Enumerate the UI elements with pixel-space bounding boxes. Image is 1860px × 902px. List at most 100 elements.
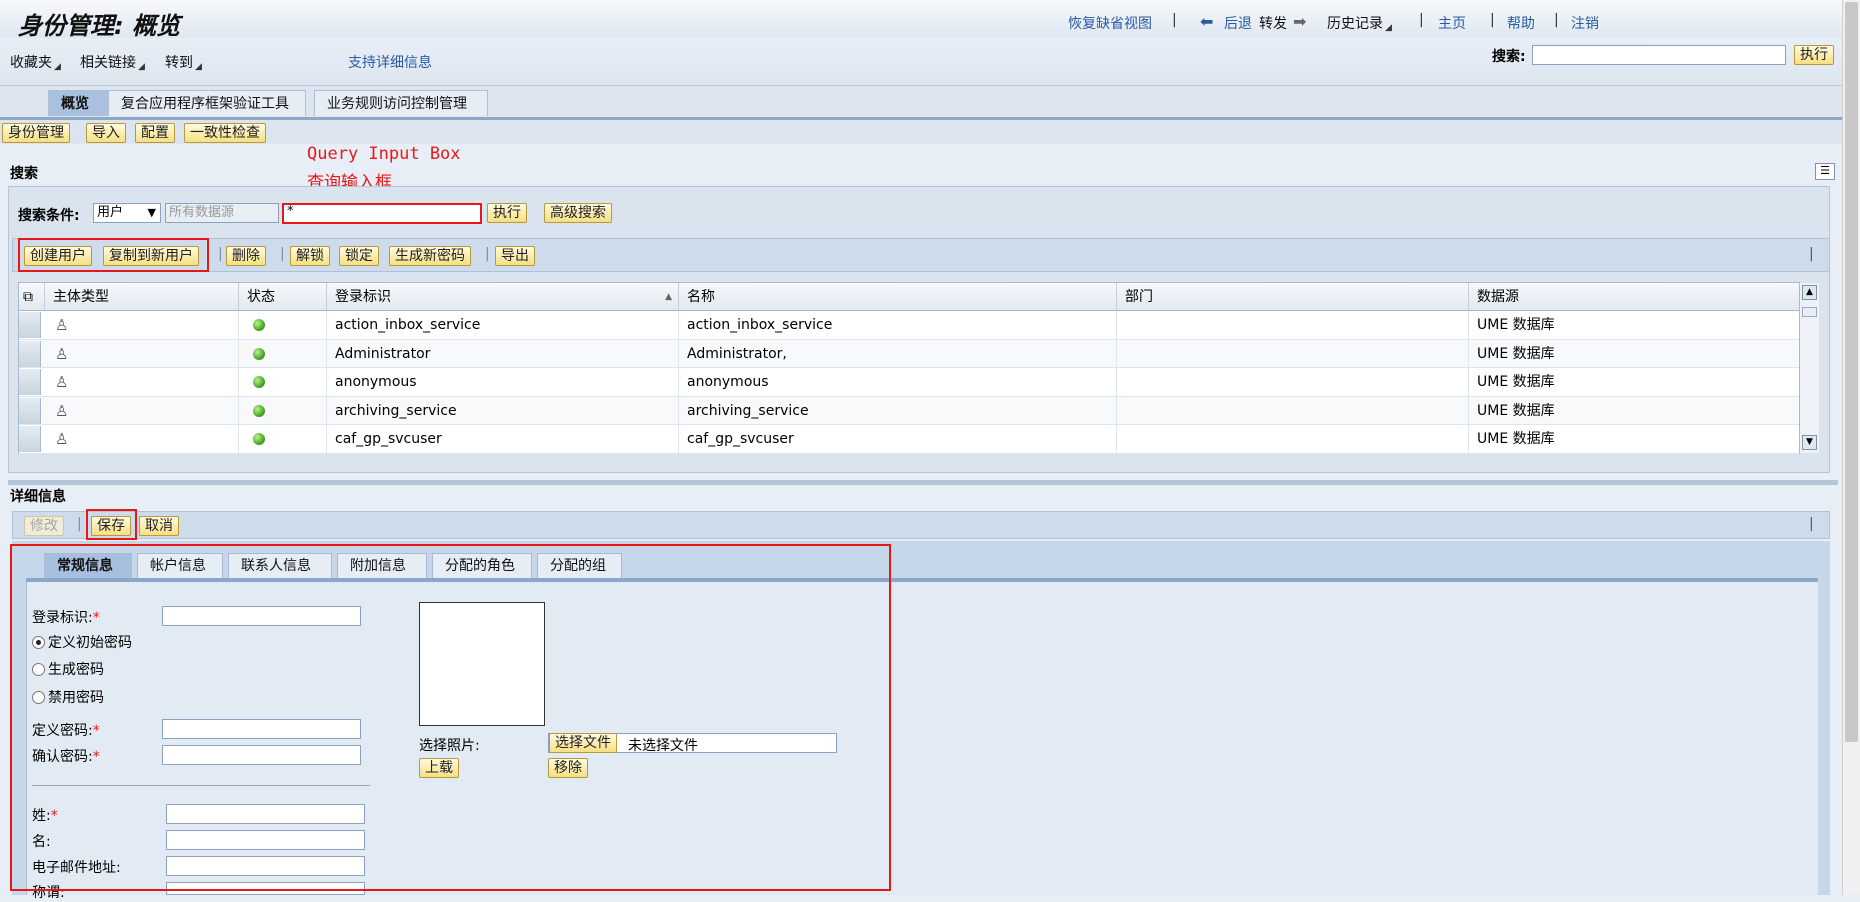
detail-form-highlight (10, 544, 891, 891)
column-header-status[interactable]: 状态 (239, 283, 327, 311)
column-header-datasource[interactable]: 数据源 (1469, 283, 1819, 311)
search-section-title: 搜索 (10, 166, 38, 182)
principal-type-cell: ♙ (45, 311, 239, 339)
search-execute-button[interactable]: 执行 (487, 203, 527, 223)
row-selector[interactable] (19, 397, 41, 424)
help-link[interactable]: 帮助 (1507, 13, 1535, 33)
column-header-department[interactable]: 部门 (1117, 283, 1469, 311)
login-cell: action_inbox_service (327, 311, 679, 339)
search-criteria-select[interactable]: 用户 ▼ (93, 203, 161, 223)
tab-overview[interactable]: 概览 (48, 90, 110, 116)
status-active-icon (253, 319, 265, 331)
restore-default-view-link[interactable]: 恢复缺省视图 (1068, 13, 1152, 33)
toolbar-end-separator: | (1809, 516, 1814, 532)
column-header-login[interactable]: 登录标识 ▲ (327, 283, 679, 311)
row-selector[interactable] (19, 340, 41, 367)
scroll-thumb[interactable] (1802, 307, 1817, 317)
user-icon: ♙ (55, 430, 69, 448)
configure-button[interactable]: 配置 (135, 123, 175, 143)
copy-to-new-user-button[interactable]: 复制到新用户 (103, 246, 199, 266)
unlock-button[interactable]: 解锁 (290, 246, 330, 266)
back-arrow-icon[interactable]: ⬅ (1200, 12, 1213, 31)
select-all-icon[interactable]: ⧉ (19, 283, 45, 311)
column-header-name[interactable]: 名称 (679, 283, 1117, 311)
login-cell: archiving_service (327, 396, 679, 425)
table-row[interactable]: ♙ anonymous anonymous UME 数据库 (19, 368, 1799, 397)
dropdown-triangle-icon: ◢ (195, 62, 202, 72)
query-input[interactable]: * (284, 205, 480, 222)
table-row[interactable]: ♙ caf_gp_svcuser caf_gp_svcuser UME 数据库 (19, 425, 1799, 454)
name-cell: caf_gp_svcuser (679, 425, 1117, 453)
sort-ascending-icon: ▲ (665, 292, 672, 302)
annotation-line-1: Query Input Box (307, 144, 461, 164)
page-scrollbar[interactable] (1842, 0, 1860, 895)
support-details-link[interactable]: 支持详细信息 (348, 52, 432, 72)
separator: | (1554, 12, 1559, 28)
create-user-button[interactable]: 创建用户 (24, 246, 92, 266)
separator: | (1490, 12, 1495, 28)
table-scrollbar[interactable]: ▲ ▼ (1799, 283, 1819, 453)
table-row[interactable]: ♙ action_inbox_service action_inbox_servic… (19, 311, 1799, 340)
section-divider (8, 480, 1838, 485)
tab-composite-app-validation[interactable]: 复合应用程序框架验证工具 (108, 90, 306, 116)
forward-link[interactable]: 转发 (1259, 13, 1287, 33)
back-link[interactable]: 后退 (1224, 13, 1252, 33)
modify-button[interactable]: 修改 (24, 516, 64, 536)
table-row[interactable]: ♙ Administrator Administrator, UME 数据库 (19, 339, 1799, 368)
page-scroll-thumb[interactable] (1845, 2, 1858, 742)
login-cell: anonymous (327, 368, 679, 396)
favorites-menu[interactable]: 收藏夹 ◢ (10, 52, 61, 72)
toolbar-separator: | (280, 246, 285, 262)
name-cell: archiving_service (679, 396, 1117, 425)
consistency-check-button[interactable]: 一致性检查 (184, 123, 266, 143)
forward-arrow-icon[interactable]: ➡ (1293, 12, 1306, 31)
status-active-icon (253, 347, 265, 360)
datasource-cell: UME 数据库 (1477, 317, 1555, 333)
dropdown-triangle-icon: ◢ (138, 62, 145, 72)
goto-menu[interactable]: 转到 ◢ (165, 52, 202, 72)
status-cell (239, 368, 327, 396)
status-active-icon (253, 376, 265, 388)
delete-button[interactable]: 删除 (226, 246, 266, 266)
column-header-login-label: 登录标识 (335, 289, 391, 305)
status-cell (239, 425, 327, 453)
table-row[interactable]: ♙ archiving_service archiving_service UME 数… (19, 396, 1799, 425)
datasource-field[interactable]: 所有数据源 (165, 203, 279, 223)
home-link[interactable]: 主页 (1438, 13, 1466, 33)
column-header-principal-type[interactable]: 主体类型 (45, 283, 239, 311)
global-search-execute-button[interactable]: 执行 (1794, 45, 1834, 65)
department-cell (1117, 339, 1469, 368)
import-button[interactable]: 导入 (86, 123, 126, 143)
history-label: 历史记录 (1327, 16, 1383, 32)
name-cell: anonymous (679, 368, 1117, 396)
scroll-down-icon[interactable]: ▼ (1802, 435, 1817, 450)
department-cell (1117, 311, 1469, 339)
row-selector[interactable] (19, 426, 41, 452)
advanced-search-button[interactable]: 高级搜索 (544, 203, 612, 223)
goto-label: 转到 (165, 55, 193, 71)
login-cell: caf_gp_svcuser (327, 425, 679, 453)
global-search-input[interactable] (1532, 45, 1786, 65)
generate-password-button[interactable]: 生成新密码 (389, 246, 471, 266)
user-icon: ♙ (55, 401, 69, 420)
lock-button[interactable]: 锁定 (339, 246, 379, 266)
save-button[interactable]: 保存 (91, 516, 131, 536)
department-cell (1117, 396, 1469, 425)
history-menu[interactable]: 历史记录 ◢ (1327, 13, 1392, 33)
row-selector[interactable] (19, 369, 41, 395)
status-cell (239, 311, 327, 339)
row-selector[interactable] (19, 312, 41, 338)
status-cell (239, 396, 327, 425)
chevron-down-icon: ▼ (147, 206, 156, 219)
scroll-up-icon[interactable]: ▲ (1802, 285, 1817, 300)
cancel-button[interactable]: 取消 (139, 516, 179, 536)
identity-management-button[interactable]: 身份管理 (2, 123, 70, 143)
detail-section-title: 详细信息 (10, 489, 66, 505)
export-button[interactable]: 导出 (495, 246, 535, 266)
tab-business-rules-access[interactable]: 业务规则访问控制管理 (314, 90, 488, 116)
logout-link[interactable]: 注销 (1571, 13, 1599, 33)
related-links-menu[interactable]: 相关链接 ◢ (80, 52, 145, 72)
toolbar-separator: | (218, 246, 223, 262)
section-options-icon[interactable]: ☰ (1815, 163, 1835, 180)
principal-type-cell: ♙ (45, 368, 239, 396)
